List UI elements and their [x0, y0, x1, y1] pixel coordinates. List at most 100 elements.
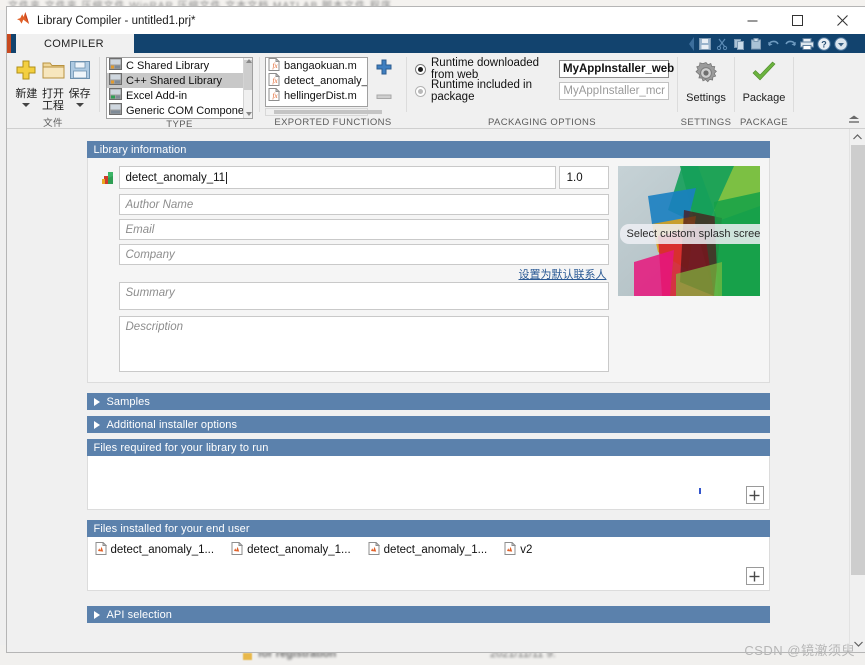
chevron-down-icon[interactable]	[75, 103, 84, 107]
scrollbar-track[interactable]	[850, 145, 865, 636]
qat-right-cap	[850, 36, 859, 51]
quick-access-toolbar: ?	[687, 36, 859, 51]
radio-runtime-web[interactable]	[415, 63, 426, 75]
type-list-scrollbar[interactable]	[243, 58, 252, 118]
list-item[interactable]: detect_anomaly_1...	[368, 541, 488, 558]
runtime-web-option[interactable]: Runtime downloaded from web MyAppInstall…	[415, 57, 674, 81]
save-project-label: 保存	[68, 88, 91, 100]
matlab-file-icon	[95, 541, 107, 558]
list-item-label: detect_anomaly_1...	[383, 544, 488, 556]
author-row: Author Name	[97, 194, 609, 215]
svg-text:?: ?	[821, 39, 827, 49]
scroll-up-icon[interactable]	[850, 129, 865, 145]
exported-function-item[interactable]: fx detect_anomaly_11.m	[266, 71, 368, 88]
files-installed-body[interactable]: detect_anomaly_1... detect_anomaly_1...	[86, 537, 770, 591]
library-name-input[interactable]: detect_anomaly_11	[118, 166, 556, 189]
new-project-button[interactable]: 新建	[13, 57, 40, 107]
type-item-label: C++ Shared Library	[126, 74, 222, 87]
ribbon-group-packaging-label: PACKAGING OPTIONS	[488, 116, 596, 128]
add-installed-file-button[interactable]	[745, 567, 764, 585]
runtime-included-option[interactable]: Runtime included in package MyAppInstall…	[415, 79, 669, 103]
exported-function-label: bangaokuan.m	[284, 59, 357, 72]
type-item-label: Generic COM Component	[126, 104, 253, 117]
new-project-label: 新建	[15, 88, 38, 100]
scrollbar-thumb[interactable]	[274, 110, 382, 114]
list-item-label: detect_anomaly_1...	[110, 544, 215, 556]
files-required-body[interactable]	[86, 456, 770, 510]
save-project-button[interactable]: 保存	[66, 57, 93, 107]
files-installed-panel: Files installed for your end user detect…	[86, 520, 770, 591]
svg-text:fx: fx	[273, 62, 279, 70]
list-item[interactable]: v2	[504, 541, 532, 558]
type-item-excel-add-in[interactable]: Excel Add-in	[107, 88, 252, 103]
exported-functions-listbox[interactable]: fx bangaokuan.m fx detect_anomaly_11.m	[265, 57, 368, 107]
matlab-function-icon: fx	[268, 86, 281, 104]
undo-icon[interactable]	[765, 36, 781, 51]
email-input[interactable]: Email	[118, 219, 609, 240]
company-input[interactable]: Company	[118, 244, 609, 265]
type-listbox[interactable]: C Shared Library C++ Shared Library Exce…	[106, 57, 253, 119]
runtime-web-input[interactable]: MyAppInstaller_web	[559, 60, 674, 78]
splash-screen-selector[interactable]: Select custom splash screen	[617, 166, 760, 296]
set-default-contact-link[interactable]: 设置为默认联系人	[519, 266, 607, 282]
package-button[interactable]: Package	[737, 59, 791, 104]
chevron-down-icon[interactable]	[22, 103, 31, 107]
exported-function-label: detect_anomaly_11.m	[284, 74, 368, 87]
scroll-up-icon[interactable]	[245, 59, 252, 63]
maximize-button[interactable]	[775, 7, 820, 34]
settings-label: Settings	[686, 92, 726, 104]
api-selection-panel[interactable]: API selection	[86, 606, 770, 623]
exported-functions-hscrollbar[interactable]	[265, 108, 382, 116]
help-icon[interactable]: ?	[816, 36, 832, 51]
library-icon	[97, 170, 119, 186]
api-selection-header[interactable]: API selection	[86, 606, 770, 623]
settings-button[interactable]: Settings	[680, 59, 732, 104]
add-function-icon[interactable]	[376, 59, 392, 80]
author-name-input[interactable]: Author Name	[118, 194, 609, 215]
ribbon-group-file-label: 文件	[43, 118, 63, 129]
content-scroll-pane: Library information detect_anomaly_11 1.…	[7, 129, 849, 652]
print-icon[interactable]	[799, 36, 815, 51]
summary-input[interactable]: Summary	[118, 282, 609, 310]
customize-icon[interactable]	[833, 36, 849, 51]
remove-function-icon[interactable]	[376, 87, 392, 105]
scrollbar-thumb[interactable]	[244, 60, 252, 90]
library-version-input[interactable]: 1.0	[558, 166, 609, 189]
list-item[interactable]: detect_anomaly_1...	[95, 541, 215, 558]
samples-header[interactable]: Samples	[86, 393, 770, 410]
scroll-down-icon[interactable]	[245, 112, 252, 116]
content-scrollbar[interactable]	[849, 129, 865, 652]
floppy-icon	[69, 59, 91, 86]
copy-icon[interactable]	[731, 36, 747, 51]
paste-icon[interactable]	[748, 36, 764, 51]
cut-icon[interactable]	[714, 36, 730, 51]
close-button[interactable]	[820, 7, 865, 34]
additional-installer-options-panel[interactable]: Additional installer options	[86, 416, 770, 433]
exported-function-item[interactable]: fx bangaokuan.m	[266, 58, 367, 73]
list-item[interactable]: detect_anomaly_1...	[231, 541, 351, 558]
scroll-down-icon[interactable]	[850, 636, 865, 652]
gear-icon	[694, 61, 718, 90]
collapse-ribbon-icon[interactable]	[848, 114, 860, 126]
redo-icon[interactable]	[782, 36, 798, 51]
files-required-title: Files required for your library to run	[93, 441, 269, 454]
type-item-cpp-shared-library[interactable]: C++ Shared Library	[107, 73, 252, 88]
type-item-c-shared-library[interactable]: C Shared Library	[107, 58, 252, 73]
type-item-generic-com-component[interactable]: Generic COM Component	[107, 103, 252, 118]
library-information-body: detect_anomaly_11 1.0 Author Name Email …	[86, 158, 770, 383]
description-input[interactable]: Description	[118, 316, 609, 372]
add-required-file-button[interactable]	[745, 486, 764, 504]
radio-runtime-included[interactable]	[415, 85, 426, 97]
runtime-included-input[interactable]: MyAppInstaller_mcr	[559, 82, 669, 100]
minimize-button[interactable]	[730, 7, 775, 34]
tab-compiler[interactable]: COMPILER	[16, 34, 134, 53]
save-icon[interactable]	[697, 36, 713, 51]
open-project-button[interactable]: 打开 工程	[40, 57, 67, 112]
samples-panel[interactable]: Samples	[86, 393, 770, 410]
ribbon-group-settings-label: SETTINGS	[680, 116, 732, 128]
company-row: Company	[97, 244, 609, 265]
exported-function-item[interactable]: fx hellingerDist.m	[266, 86, 367, 104]
scrollbar-thumb[interactable]	[851, 145, 865, 575]
additional-installer-options-header[interactable]: Additional installer options	[86, 416, 770, 433]
files-required-header: Files required for your library to run	[86, 439, 770, 456]
